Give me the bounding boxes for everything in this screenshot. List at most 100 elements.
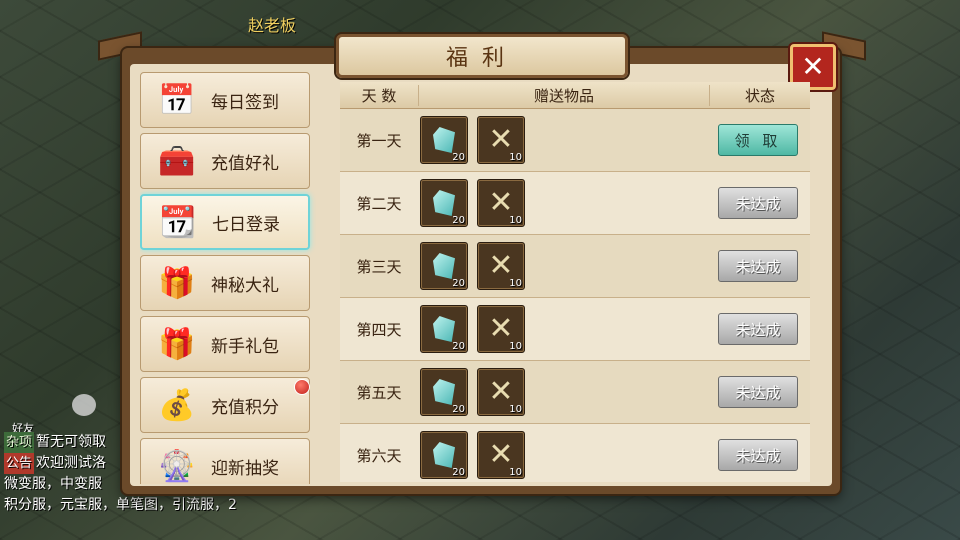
chat-text: 欢迎测试洛 — [36, 455, 107, 471]
gift-slot-bone[interactable]: ✕ 10 — [477, 116, 525, 164]
item-quantity: 10 — [509, 152, 522, 163]
gift-slot-crystal[interactable]: 20 — [420, 305, 468, 353]
notification-dot — [294, 379, 310, 395]
treasure-chest-icon: 🧰 — [158, 143, 196, 179]
item-quantity: 10 — [509, 404, 522, 415]
close-icon: ✕ — [801, 50, 825, 83]
item-quantity: 20 — [452, 152, 465, 163]
row-status: 领 取 — [708, 124, 808, 156]
item-quantity: 10 — [509, 341, 522, 352]
row-day: 第四天 — [356, 320, 402, 339]
item-quantity: 10 — [509, 215, 522, 226]
menu-item-recharge-points[interactable]: 💰 充值积分 — [140, 377, 310, 433]
menu-item-label: 充值好礼 — [211, 153, 279, 174]
bone-icon: ✕ — [488, 122, 514, 157]
welfare-menu: 📅 每日签到 🧰 充值好礼 📆 七日登录 🎁 神秘大礼 🎁 新手礼包 💰 充值积… — [140, 72, 316, 484]
table-row: 第五天 20 ✕ 10 未达成 — [340, 361, 810, 424]
row-status: 未达成 — [708, 250, 808, 282]
gift-slot-crystal[interactable]: 20 — [420, 242, 468, 290]
gift-box-icon: 🎁 — [158, 326, 196, 362]
crystal-icon — [433, 379, 455, 405]
menu-item-label: 七日登录 — [212, 214, 280, 235]
crystal-icon — [433, 127, 455, 153]
not-achieved-button[interactable]: 未达成 — [718, 187, 798, 219]
menu-item-newbie-pack[interactable]: 🎁 新手礼包 — [140, 316, 310, 372]
not-achieved-button[interactable]: 未达成 — [718, 250, 798, 282]
gift-slot-crystal[interactable]: 20 — [420, 116, 468, 164]
table-row: 第三天 20 ✕ 10 未达成 — [340, 235, 810, 298]
item-quantity: 20 — [452, 341, 465, 352]
row-gifts: 20 ✕ 10 — [418, 179, 708, 227]
bone-icon: ✕ — [488, 248, 514, 283]
chat-bubble-icon[interactable] — [72, 394, 96, 416]
row-status: 未达成 — [708, 376, 808, 408]
row-gifts: 20 ✕ 10 — [418, 242, 708, 290]
chat-text: 积分服，元宝服，单笔图，引流服，2 — [4, 497, 237, 513]
not-achieved-button[interactable]: 未达成 — [718, 313, 798, 345]
row-day: 第二天 — [356, 194, 402, 213]
crystal-icon — [433, 190, 455, 216]
crystal-icon — [433, 316, 455, 342]
dialog-title-plate: 福利 — [336, 34, 628, 78]
crystal-icon — [433, 253, 455, 279]
gift-slot-crystal[interactable]: 20 — [420, 368, 468, 416]
menu-item-seven-day-login[interactable]: 📆 七日登录 — [140, 194, 310, 250]
table-row: 第四天 20 ✕ 10 未达成 — [340, 298, 810, 361]
gift-slot-bone[interactable]: ✕ 10 — [477, 305, 525, 353]
row-day: 第一天 — [356, 131, 402, 150]
dialog-title: 福利 — [445, 46, 518, 71]
item-quantity: 20 — [452, 404, 465, 415]
table-row: 第二天 20 ✕ 10 未达成 — [340, 172, 810, 235]
chat-text: 暂无可领取 — [36, 434, 107, 450]
table-body: 第一天 20 ✕ 10 领 取第二天 20 ✕ 10 未达成 第三天 20 ✕ 10 未达成 第四天 20 ✕ 1… — [340, 109, 810, 482]
chat-text: 微变服，中变服 — [4, 476, 102, 492]
table-header: 天 数 赠送物品 状态 — [340, 82, 810, 109]
gift-slot-crystal[interactable]: 20 — [420, 431, 468, 479]
not-achieved-button[interactable]: 未达成 — [718, 439, 798, 471]
bone-icon: ✕ — [488, 185, 514, 220]
menu-item-daily-signin[interactable]: 📅 每日签到 — [140, 72, 310, 128]
menu-item-label: 充值积分 — [211, 397, 279, 418]
item-quantity: 20 — [452, 278, 465, 289]
item-quantity: 20 — [452, 215, 465, 226]
claim-button[interactable]: 领 取 — [718, 124, 798, 156]
open-chest-icon: 🎁 — [158, 265, 196, 301]
menu-item-mystery-gift[interactable]: 🎁 神秘大礼 — [140, 255, 310, 311]
gift-slot-crystal[interactable]: 20 — [420, 179, 468, 227]
bone-icon: ✕ — [488, 311, 514, 346]
chat-tag-misc: 杂项 — [4, 432, 35, 453]
row-gifts: 20 ✕ 10 — [418, 305, 708, 353]
row-gifts: 20 ✕ 10 — [418, 431, 708, 479]
header-status: 状态 — [744, 86, 775, 105]
menu-item-label: 神秘大礼 — [211, 275, 279, 296]
menu-item-label: 每日签到 — [211, 92, 279, 113]
row-day: 第五天 — [356, 383, 402, 402]
lottery-wheel-icon: 🎡 — [158, 448, 196, 484]
chat-tag-notice: 公告 — [4, 453, 35, 474]
row-status: 未达成 — [708, 187, 808, 219]
not-achieved-button[interactable]: 未达成 — [718, 376, 798, 408]
gift-slot-bone[interactable]: ✕ 10 — [477, 242, 525, 290]
table-row: 第六天 20 ✕ 10 未达成 — [340, 424, 810, 482]
gift-slot-bone[interactable]: ✕ 10 — [477, 179, 525, 227]
bone-icon: ✕ — [488, 374, 514, 409]
row-gifts: 20 ✕ 10 — [418, 368, 708, 416]
bone-icon: ✕ — [488, 437, 514, 472]
gift-slot-bone[interactable]: ✕ 10 — [477, 368, 525, 416]
menu-item-lottery[interactable]: 🎡 迎新抽奖 — [140, 438, 310, 484]
gift-slot-bone[interactable]: ✕ 10 — [477, 431, 525, 479]
row-gifts: 20 ✕ 10 — [418, 116, 708, 164]
item-quantity: 10 — [509, 278, 522, 289]
menu-item-recharge-gift[interactable]: 🧰 充值好礼 — [140, 133, 310, 189]
header-day: 天 数 — [340, 84, 419, 106]
row-day: 第三天 — [356, 257, 402, 276]
menu-item-label: 迎新抽奖 — [211, 458, 279, 479]
row-status: 未达成 — [708, 313, 808, 345]
chat-line: 积分服，元宝服，单笔图，引流服，2 — [4, 495, 304, 516]
npc-name-label: 赵老板 — [248, 16, 297, 35]
crystal-icon — [433, 442, 455, 468]
table-row: 第一天 20 ✕ 10 领 取 — [340, 109, 810, 172]
gold-coins-icon: 💰 — [158, 387, 196, 423]
header-gifts: 赠送物品 — [419, 84, 710, 106]
item-quantity: 20 — [452, 467, 465, 478]
